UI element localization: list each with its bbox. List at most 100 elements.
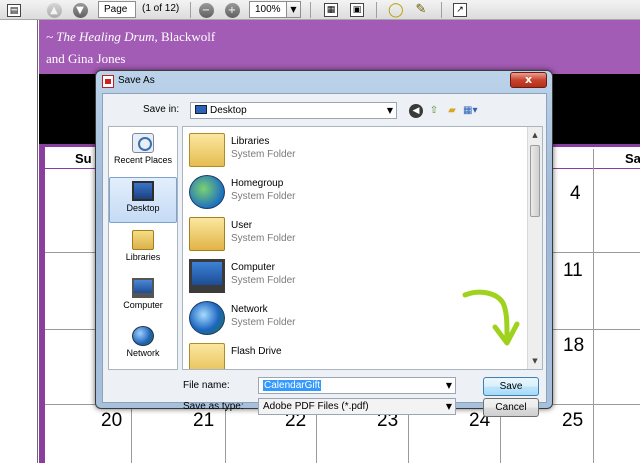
place-network[interactable]: Network [109, 323, 177, 369]
dialog-title: Save As [118, 75, 155, 86]
quote-author: Blackwolf [161, 29, 216, 44]
toolbar-divider [310, 2, 311, 18]
list-item[interactable]: Homegroup System Folder [187, 173, 527, 213]
file-name-label: File name: [183, 380, 230, 391]
close-button[interactable]: x [510, 72, 547, 88]
save-in-dropdown[interactable]: Desktop ▼ [190, 102, 397, 119]
network-icon [189, 301, 225, 335]
chevron-down-icon: ▼ [445, 402, 452, 411]
computer-icon [132, 278, 154, 298]
zoom-in-button[interactable]: + [222, 1, 242, 19]
view-menu-icon[interactable]: ▦▾ [463, 104, 477, 118]
back-icon[interactable]: ◀ [409, 104, 423, 118]
fit-page-icon: ▦ [324, 3, 338, 17]
file-type: System Folder [231, 317, 296, 328]
file-type: System Folder [231, 149, 296, 160]
file-name: Computer [231, 262, 275, 273]
quote-line-2: and Gina Jones [46, 51, 126, 66]
save-button[interactable]: Save [483, 377, 539, 396]
day-number: 20 [101, 410, 123, 431]
day-number: 21 [193, 410, 215, 431]
fit-width-icon: ▣ [350, 3, 364, 17]
cancel-button[interactable]: Cancel [483, 398, 539, 417]
save-in-label: Save in: [143, 104, 180, 115]
file-type: System Folder [231, 233, 296, 244]
page-count: (1 of 12) [142, 3, 180, 14]
expand-icon: ↗ [453, 3, 467, 17]
comment-button[interactable]: ◯ [385, 1, 405, 19]
file-name-input[interactable]: CalendarGift ▼ [258, 377, 456, 394]
arrow-down-icon: ▼ [72, 2, 88, 18]
libraries-folder-icon [189, 133, 225, 167]
day-number: 25 [562, 410, 584, 431]
zoom-out-button[interactable]: − [196, 1, 216, 19]
file-name: Homegroup [231, 178, 284, 189]
file-name-value: CalendarGift [263, 380, 322, 391]
next-page-button[interactable]: ▼ [70, 1, 90, 19]
zoom-level-input[interactable]: 100% [249, 1, 287, 18]
libraries-icon [132, 230, 154, 250]
desktop-icon [195, 105, 207, 114]
scroll-down-icon[interactable]: ▼ [528, 354, 542, 368]
file-type: System Folder [231, 191, 296, 202]
place-computer[interactable]: Computer [109, 275, 177, 321]
fit-width-button[interactable]: ▣ [347, 1, 367, 19]
place-label: Recent Places [113, 155, 173, 165]
user-folder-icon [189, 217, 225, 251]
flash-drive-icon [189, 343, 225, 369]
place-recent-places[interactable]: Recent Places [109, 130, 177, 176]
file-name: Flash Drive [231, 346, 282, 357]
expand-button[interactable]: ↗ [450, 1, 470, 19]
toolbar-divider [190, 2, 191, 18]
page-margin [0, 20, 38, 463]
arrow-up-icon: ▲ [46, 2, 62, 18]
computer-icon [189, 259, 225, 293]
file-name: User [231, 220, 253, 231]
place-label: Network [126, 348, 160, 358]
annotation-arrow-icon [462, 289, 520, 346]
place-label: Desktop [126, 203, 160, 213]
adobe-pdf-icon [102, 75, 114, 88]
place-label: Computer [123, 300, 163, 310]
quote-title: ~ The Healing Drum, [46, 29, 158, 44]
zoom-dropdown-arrow[interactable]: ▼ [286, 1, 301, 18]
file-type: System Folder [231, 275, 296, 286]
day-number: 11 [563, 260, 583, 281]
place-label: Libraries [125, 252, 161, 262]
day-number: 18 [563, 335, 585, 356]
file-name: Network [231, 304, 268, 315]
scroll-up-icon[interactable]: ▲ [528, 128, 542, 142]
calendar-quote: ~ The Healing Drum, Blackwolf and Gina J… [46, 26, 215, 70]
list-item[interactable]: User System Folder [187, 215, 527, 255]
scrollbar-thumb[interactable] [530, 145, 540, 217]
place-desktop[interactable]: Desktop [109, 177, 177, 223]
place-libraries[interactable]: Libraries [109, 227, 177, 273]
recent-places-icon [132, 133, 154, 153]
save-icon[interactable]: ▤ [4, 1, 24, 19]
folder-nav-icons: ◀ ⇧ ▰ ▦▾ [409, 102, 477, 120]
save-as-type-dropdown[interactable]: Adobe PDF Files (*.pdf) ▼ [258, 398, 456, 415]
file-list-scrollbar[interactable]: ▲ ▼ [527, 127, 542, 369]
pdf-reader-toolbar: ▤ ▲ ▼ Page 1 (1 of 12) − + 100% ▼ ▦ ▣ ◯ … [0, 0, 640, 30]
pen-icon: ✎ [415, 2, 427, 17]
save-as-type-label: Save as type: [183, 401, 244, 412]
chevron-down-icon: ▼ [386, 106, 393, 115]
list-item[interactable]: Libraries System Folder [187, 131, 527, 171]
up-folder-icon[interactable]: ⇧ [427, 104, 441, 118]
save-in-value: Desktop [210, 105, 247, 116]
weekday-header-saturday: Sa [625, 151, 640, 166]
page-number-input[interactable]: Page 1 [98, 1, 136, 30]
highlight-button[interactable]: ✎ [410, 1, 432, 19]
grid-line [593, 149, 594, 463]
toolbar-divider [376, 2, 377, 18]
previous-page-button[interactable]: ▲ [44, 1, 64, 19]
places-bar: Recent Places Desktop Libraries Computer… [108, 126, 178, 370]
minus-icon: − [198, 2, 214, 18]
desktop-icon [132, 181, 154, 201]
homegroup-icon [189, 175, 225, 209]
day-number: 4 [570, 183, 581, 204]
fit-page-button[interactable]: ▦ [321, 1, 341, 19]
new-folder-icon[interactable]: ▰ [445, 104, 459, 118]
file-name: Libraries [231, 136, 270, 147]
calendar-side-stripe [39, 144, 45, 463]
